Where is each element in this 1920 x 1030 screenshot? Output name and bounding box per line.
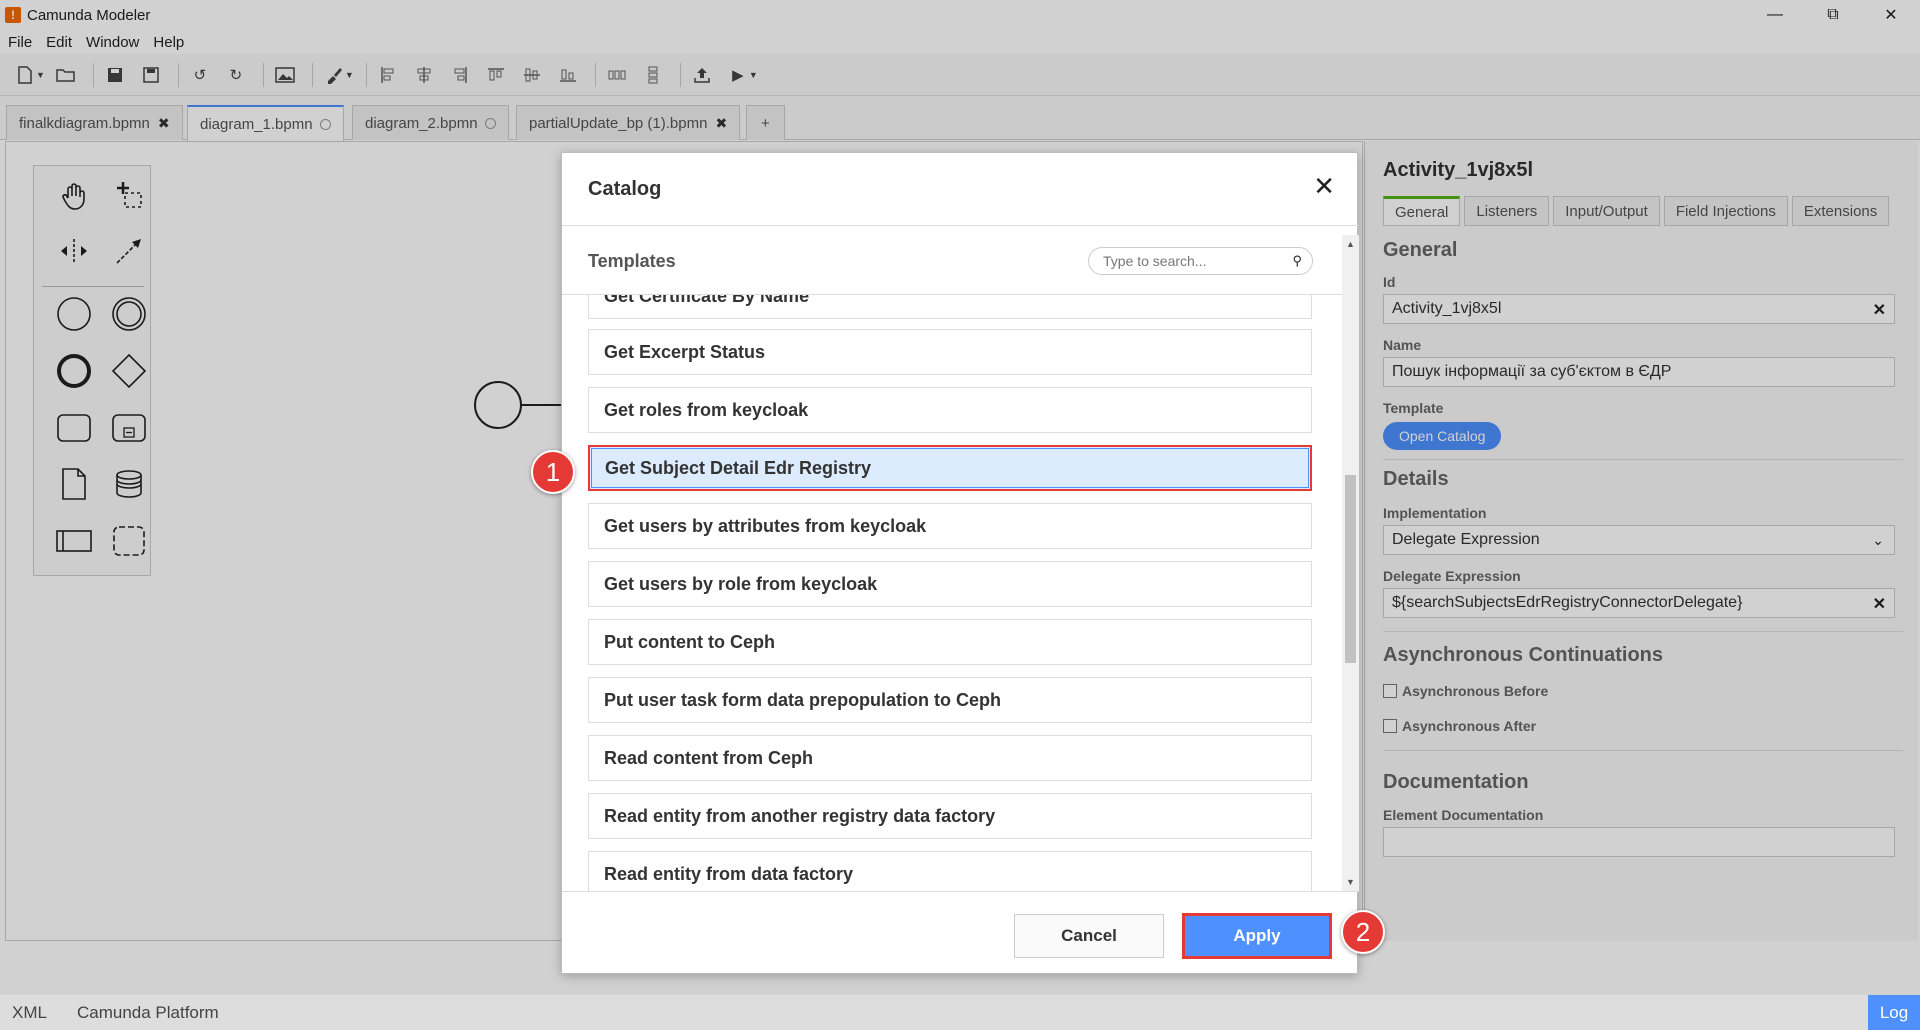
- scrollbar-thumb[interactable]: [1345, 475, 1356, 663]
- template-list-scrollbar[interactable]: ▲ ▼: [1342, 235, 1359, 891]
- close-icon[interactable]: ✕: [1313, 171, 1335, 202]
- xml-button[interactable]: XML: [12, 1003, 47, 1023]
- apply-button[interactable]: Apply: [1182, 913, 1332, 959]
- scroll-up-icon[interactable]: ▲: [1346, 239, 1355, 249]
- catalog-modal: Catalog ✕ Templates Type to search... ⚲ …: [561, 152, 1359, 974]
- catalog-title: Catalog: [588, 178, 662, 200]
- search-icon: ⚲: [1292, 253, 1302, 268]
- template-item[interactable]: Put content to Ceph: [588, 619, 1312, 665]
- modal-divider: [562, 891, 1359, 892]
- template-item[interactable]: Read entity from data factory: [588, 851, 1312, 891]
- template-item[interactable]: Read entity from another registry data f…: [588, 793, 1312, 839]
- status-bar: XML Camunda Platform Log: [0, 995, 1920, 1030]
- templates-label: Templates: [588, 251, 676, 271]
- template-list: Get Certificate By Name Get Excerpt Stat…: [562, 295, 1342, 891]
- template-item-selected[interactable]: Get Subject Detail Edr Registry: [588, 445, 1312, 491]
- callout-marker-2: 2: [1341, 910, 1385, 954]
- cancel-button[interactable]: Cancel: [1014, 914, 1164, 958]
- template-item[interactable]: Read content from Ceph: [588, 735, 1312, 781]
- platform-label[interactable]: Camunda Platform: [77, 1003, 219, 1023]
- callout-marker-1: 1: [531, 450, 575, 494]
- search-placeholder: Type to search...: [1103, 253, 1207, 269]
- template-item[interactable]: Put user task form data prepopulation to…: [588, 677, 1312, 723]
- template-search-input[interactable]: Type to search... ⚲: [1088, 247, 1313, 275]
- template-item[interactable]: Get Excerpt Status: [588, 329, 1312, 375]
- template-item[interactable]: Get users by attributes from keycloak: [588, 503, 1312, 549]
- template-item[interactable]: Get Certificate By Name: [588, 295, 1312, 319]
- modal-divider: [562, 225, 1359, 226]
- template-item[interactable]: Get users by role from keycloak: [588, 561, 1312, 607]
- template-item[interactable]: Get roles from keycloak: [588, 387, 1312, 433]
- log-button[interactable]: Log: [1868, 995, 1920, 1030]
- scroll-down-icon[interactable]: ▼: [1346, 877, 1355, 887]
